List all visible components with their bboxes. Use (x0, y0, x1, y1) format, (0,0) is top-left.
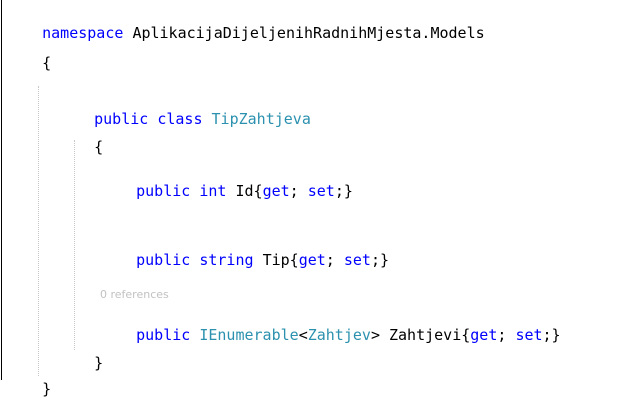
keyword: namespace (42, 24, 124, 42)
keyword: public (136, 182, 191, 200)
open-brace: { (94, 138, 104, 156)
code-line-property-zahtjevi: public IEnumerable<Zahtjev> Zahtjevi{get… (136, 326, 561, 344)
code-line-brace: } (6, 362, 51, 398)
class-name: TipZahtjeva (211, 110, 311, 128)
code-line-class: public class TipZahtjeva (58, 92, 311, 128)
keyword: set (307, 182, 335, 200)
codelens-references[interactable]: 0 references (100, 288, 169, 302)
code-line-brace: { (6, 36, 51, 72)
close-brace: } (94, 354, 104, 372)
keyword: public (136, 326, 191, 344)
keyword: set (515, 326, 543, 344)
code-line-brace: { (58, 120, 103, 156)
property-name: Zahtjevi (389, 326, 462, 344)
keyword: set (343, 251, 371, 269)
property-name: Tip (262, 251, 290, 269)
namespace-name: AplikacijaDijeljenihRadnihMjesta.Models (132, 24, 485, 42)
indent-guide (38, 86, 39, 376)
keyword: class (157, 110, 203, 128)
keyword: int (199, 182, 227, 200)
keyword: get (262, 182, 290, 200)
code-line-property-id: public int Id{get; set;} (136, 182, 353, 200)
open-brace: { (42, 54, 52, 72)
close-brace: } (42, 380, 52, 398)
keyword: get (298, 251, 326, 269)
code-line-namespace: namespace AplikacijaDijeljenihRadnihMjes… (6, 6, 485, 42)
type-name: Zahtjev (307, 326, 371, 344)
property-name: Id (235, 182, 254, 200)
keyword: string (199, 251, 254, 269)
code-editor[interactable]: namespace AplikacijaDijeljenihRadnihMjes… (0, 0, 619, 398)
selection-margin-bar (1, 0, 2, 380)
code-line-property-tip: public string Tip{get; set;} (136, 251, 389, 269)
keyword: get (470, 326, 498, 344)
code-line-brace: } (58, 336, 103, 372)
type-name: IEnumerable (199, 326, 299, 344)
keyword: public (136, 251, 191, 269)
